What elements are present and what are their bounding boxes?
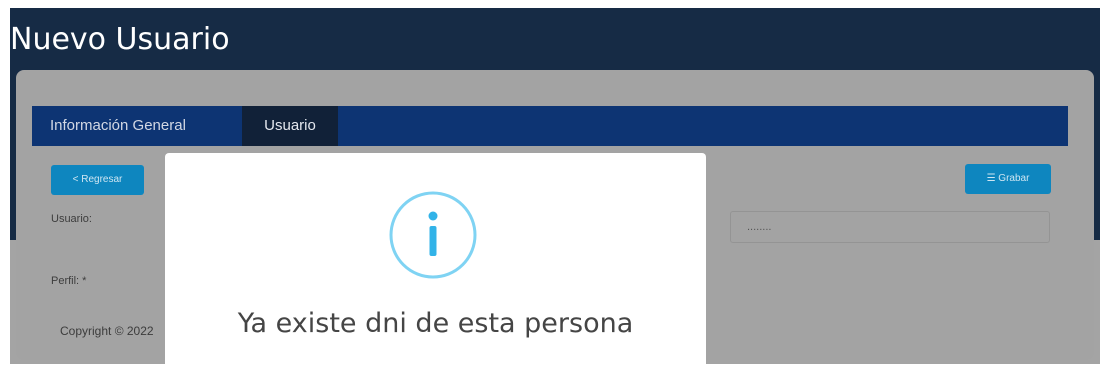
back-button[interactable]: < Regresar <box>51 165 144 195</box>
save-button[interactable]: ☰ Grabar <box>965 164 1051 194</box>
tab-bar: Información General Usuario <box>32 106 1068 146</box>
perfil-label: Perfil: * <box>51 275 87 287</box>
info-icon <box>388 190 478 280</box>
page-title: Nuevo Usuario <box>10 22 230 57</box>
alert-message: Ya existe dni de esta persona <box>237 308 634 339</box>
copyright-text: Copyright © 2022 <box>60 324 154 338</box>
alert-modal: Ya existe dni de esta persona <box>165 153 706 371</box>
tab-usuario[interactable]: Usuario <box>242 106 338 146</box>
tab-informacion-general[interactable]: Información General <box>50 106 186 146</box>
usuario-label: Usuario: <box>51 213 92 225</box>
password-field[interactable]: ........ <box>730 211 1050 243</box>
